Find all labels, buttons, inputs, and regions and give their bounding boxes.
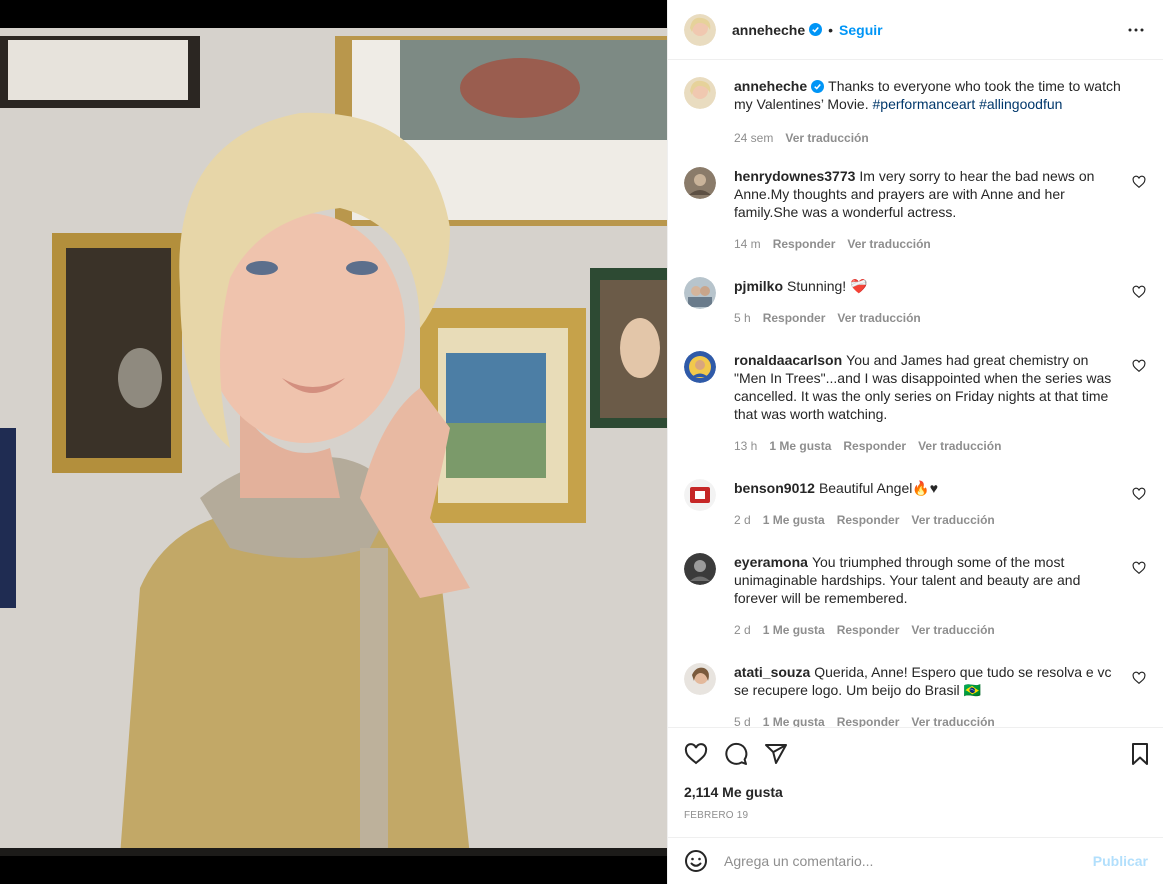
author-username[interactable]: anneheche: [732, 22, 805, 38]
post-header: anneheche • Seguir: [668, 0, 1163, 60]
comment-username[interactable]: ronaldaacarlson: [734, 352, 842, 368]
comment-item: pjmilko Stunning! ❤️‍🩹 5 h Responder Ver …: [684, 277, 1148, 327]
post-details-panel: anneheche • Seguir anneheche Thanks to ev…: [667, 0, 1163, 884]
comment-username[interactable]: benson9012: [734, 480, 815, 496]
add-comment-bar: Publicar: [668, 837, 1163, 884]
portrait-photo-illustration: [0, 28, 667, 856]
commenter-avatar[interactable]: [684, 167, 716, 199]
commenter-avatar[interactable]: [684, 479, 716, 511]
likes-count[interactable]: 2,114 Me gusta: [684, 784, 783, 800]
follow-button[interactable]: Seguir: [839, 22, 883, 38]
post-caption: anneheche Thanks to everyone who took the…: [684, 77, 1148, 147]
like-comment-heart-icon[interactable]: [1132, 359, 1146, 373]
emoji-icon[interactable]: [684, 849, 708, 873]
comment-input[interactable]: [724, 853, 1093, 869]
comment-time[interactable]: 5 h: [734, 309, 751, 327]
translate-button[interactable]: Ver traducción: [837, 309, 920, 327]
commenter-avatar[interactable]: [684, 553, 716, 585]
comment-item: atati_souza Querida, Anne! Espero que tud…: [684, 663, 1148, 727]
comment-icon[interactable]: [724, 742, 748, 766]
reply-button[interactable]: Responder: [763, 309, 826, 327]
comment-likes-count[interactable]: 1 Me gusta: [769, 437, 831, 455]
publish-button[interactable]: Publicar: [1093, 853, 1148, 869]
comment-body: benson9012 Beautiful Angel🔥♥ 2 d 1 Me gus…: [734, 479, 1124, 529]
bookmark-icon[interactable]: [1128, 742, 1152, 766]
comment-username[interactable]: pjmilko: [734, 278, 783, 294]
translate-button[interactable]: Ver traducción: [785, 129, 868, 147]
more-options-button[interactable]: [1124, 18, 1148, 42]
like-comment-heart-icon[interactable]: [1132, 671, 1146, 685]
comment-time[interactable]: 2 d: [734, 621, 751, 639]
reply-button[interactable]: Responder: [843, 437, 906, 455]
like-comment-heart-icon[interactable]: [1132, 285, 1146, 299]
heart-icon[interactable]: [684, 742, 708, 766]
comment-username[interactable]: eyeramona: [734, 554, 808, 570]
comment-username[interactable]: henrydownes3773: [734, 168, 855, 184]
comment-likes-count[interactable]: 1 Me gusta: [763, 621, 825, 639]
comment-item: ronaldaacarlson You and James had great c…: [684, 351, 1148, 455]
comment-username[interactable]: atati_souza: [734, 664, 810, 680]
comment-time[interactable]: 5 d: [734, 713, 751, 727]
like-comment-heart-icon[interactable]: [1132, 561, 1146, 575]
comment-time[interactable]: 2 d: [734, 511, 751, 529]
translate-button[interactable]: Ver traducción: [911, 511, 994, 529]
commenter-avatar[interactable]: [684, 351, 716, 383]
verified-badge-icon: [809, 23, 823, 36]
comment-body: henrydownes3773 Im very sorry to hear the…: [734, 167, 1124, 253]
caption-username[interactable]: anneheche: [734, 78, 807, 94]
comment-body: pjmilko Stunning! ❤️‍🩹 5 h Responder Ver …: [734, 277, 1124, 327]
reply-button[interactable]: Responder: [837, 511, 900, 529]
more-options-icon: [1128, 28, 1144, 32]
commenter-avatar[interactable]: [684, 277, 716, 309]
comment-time[interactable]: 14 m: [734, 235, 761, 253]
header-separator: •: [828, 21, 834, 38]
reply-button[interactable]: Responder: [773, 235, 836, 253]
author-avatar[interactable]: [684, 13, 716, 46]
like-comment-heart-icon[interactable]: [1132, 175, 1146, 189]
reply-button[interactable]: Responder: [837, 713, 900, 727]
caption-body: anneheche Thanks to everyone who took the…: [734, 77, 1124, 147]
verified-badge-icon: [811, 80, 825, 93]
comment-item: benson9012 Beautiful Angel🔥♥ 2 d 1 Me gus…: [684, 479, 1148, 529]
comment-item: henrydownes3773 Im very sorry to hear the…: [684, 167, 1148, 253]
post-media-panel: [0, 0, 667, 884]
comments-list[interactable]: anneheche Thanks to everyone who took the…: [668, 61, 1163, 727]
translate-button[interactable]: Ver traducción: [847, 235, 930, 253]
action-icons: [684, 742, 788, 766]
author-avatar[interactable]: [684, 77, 716, 109]
reply-button[interactable]: Responder: [837, 621, 900, 639]
hashtag-link[interactable]: #allingoodfun: [979, 96, 1062, 112]
translate-button[interactable]: Ver traducción: [911, 713, 994, 727]
translate-button[interactable]: Ver traducción: [918, 437, 1001, 455]
like-comment-heart-icon[interactable]: [1132, 487, 1146, 501]
comment-body: eyeramona You triumphed through some of t…: [734, 553, 1124, 639]
post-date[interactable]: FEBRERO 19: [684, 810, 748, 821]
comment-body: atati_souza Querida, Anne! Espero que tud…: [734, 663, 1124, 727]
translate-button[interactable]: Ver traducción: [911, 621, 994, 639]
comment-text: Stunning! ❤️‍🩹: [787, 278, 868, 294]
comment-likes-count[interactable]: 1 Me gusta: [763, 511, 825, 529]
post-actions: 2,114 Me gusta FEBRERO 19: [668, 727, 1163, 837]
comment-time[interactable]: 13 h: [734, 437, 757, 455]
caption-time[interactable]: 24 sem: [734, 129, 773, 147]
comment-body: ronaldaacarlson You and James had great c…: [734, 351, 1124, 455]
comment-item: eyeramona You triumphed through some of t…: [684, 553, 1148, 639]
comment-likes-count[interactable]: 1 Me gusta: [763, 713, 825, 727]
post-modal: anneheche • Seguir anneheche Thanks to ev…: [0, 0, 1163, 884]
hashtag-link[interactable]: #performanceart: [873, 96, 976, 112]
post-photo[interactable]: [0, 28, 667, 856]
share-icon[interactable]: [764, 742, 788, 766]
comment-text: Beautiful Angel🔥♥: [818, 480, 939, 496]
commenter-avatar[interactable]: [684, 663, 716, 695]
